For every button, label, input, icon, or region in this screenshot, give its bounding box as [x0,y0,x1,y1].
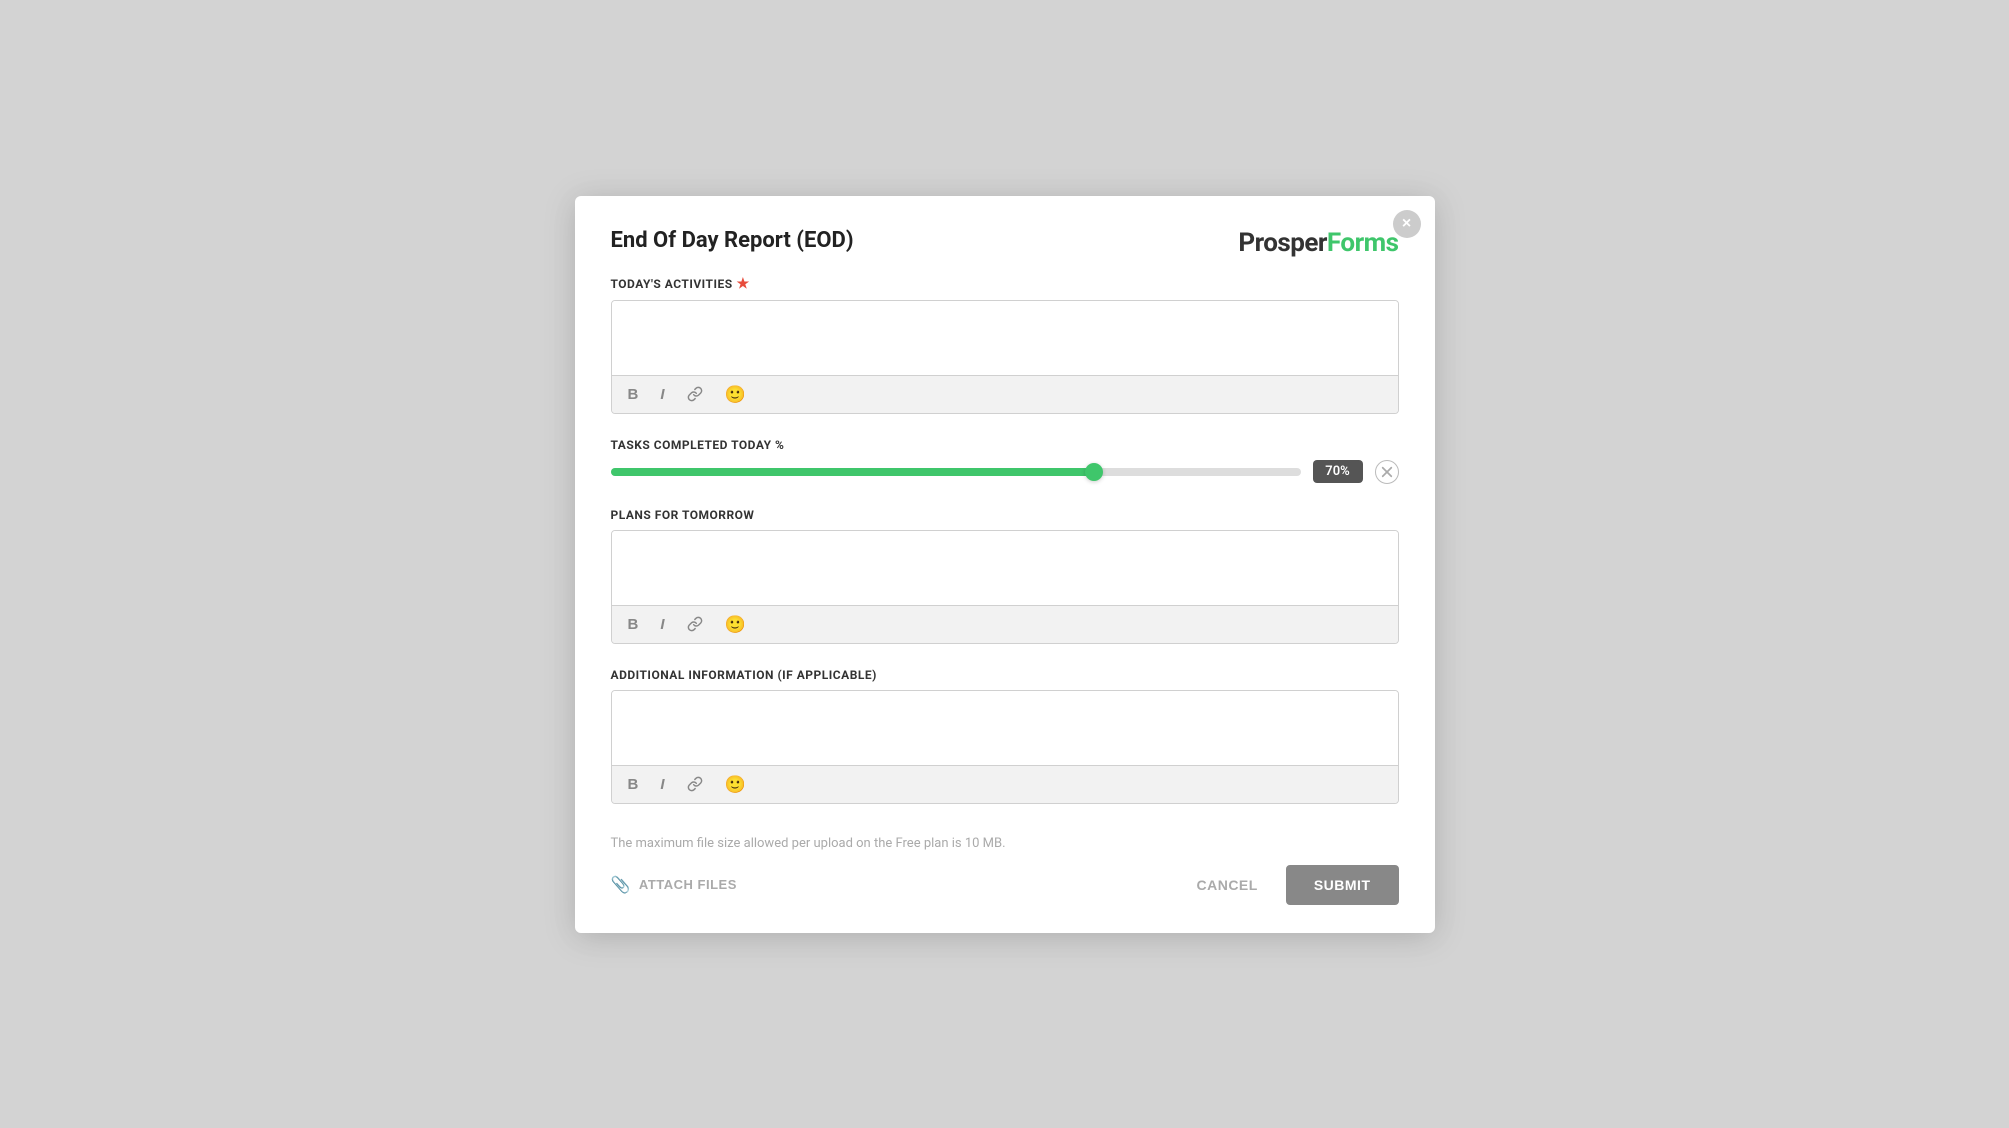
footer-note: The maximum file size allowed per upload… [611,828,1399,851]
plans-toolbar: B I 🙂 [612,605,1398,643]
activities-textarea[interactable] [612,301,1398,371]
modal-header: End Of Day Report (EOD) ProsperForms [611,228,1399,258]
plans-emoji-button[interactable]: 🙂 [721,614,750,635]
activities-label: TODAY'S ACTIVITIES ★ [611,276,1399,292]
additional-link-button[interactable] [683,774,707,794]
tasks-label: TASKS COMPLETED TODAY % [611,438,1399,452]
plans-bold-button[interactable]: B [624,615,643,634]
additional-textarea[interactable] [612,691,1398,761]
slider-clear-button[interactable] [1375,460,1399,484]
submit-button[interactable]: SUBMIT [1286,865,1399,905]
tasks-section: TASKS COMPLETED TODAY % 70% [611,438,1399,484]
activities-italic-button[interactable]: I [656,385,668,404]
activities-emoji-button[interactable]: 🙂 [721,384,750,405]
plans-editor: B I 🙂 [611,530,1399,644]
modal-dialog: × End Of Day Report (EOD) ProsperForms T… [575,196,1435,933]
additional-italic-button[interactable]: I [656,775,668,794]
plans-italic-button[interactable]: I [656,615,668,634]
additional-bold-button[interactable]: B [624,775,643,794]
brand-logo: ProsperForms [1238,228,1398,258]
activities-bold-button[interactable]: B [624,385,643,404]
additional-section: ADDITIONAL INFORMATION (IF APPLICABLE) B… [611,668,1399,804]
action-buttons: CANCEL SUBMIT [1180,865,1398,905]
activities-section: TODAY'S ACTIVITIES ★ B I 🙂 [611,276,1399,414]
activities-toolbar: B I 🙂 [612,375,1398,413]
paperclip-icon: 📎 [611,875,631,895]
required-star: ★ [737,276,750,292]
brand-forms: Forms [1327,228,1399,258]
slider-track [611,468,1301,476]
slider-value: 70% [1313,460,1363,483]
brand-prosper: Prosper [1238,228,1327,258]
footer-actions: 📎 ATTACH FILES CANCEL SUBMIT [611,865,1399,905]
additional-toolbar: B I 🙂 [612,765,1398,803]
modal-title: End Of Day Report (EOD) [611,228,854,253]
plans-textarea[interactable] [612,531,1398,601]
activities-editor: B I 🙂 [611,300,1399,414]
plans-link-button[interactable] [683,614,707,634]
additional-editor: B I 🙂 [611,690,1399,804]
additional-emoji-button[interactable]: 🙂 [721,774,750,795]
close-button[interactable]: × [1393,210,1421,238]
slider-row: 70% [611,460,1399,484]
plans-label: PLANS FOR TOMORROW [611,508,1399,522]
plans-section: PLANS FOR TOMORROW B I 🙂 [611,508,1399,644]
cancel-button[interactable]: CANCEL [1180,867,1273,903]
attach-files-button[interactable]: 📎 ATTACH FILES [611,875,737,895]
modal-overlay: × End Of Day Report (EOD) ProsperForms T… [0,0,2009,1128]
activities-link-button[interactable] [683,384,707,404]
additional-label: ADDITIONAL INFORMATION (IF APPLICABLE) [611,668,1399,682]
